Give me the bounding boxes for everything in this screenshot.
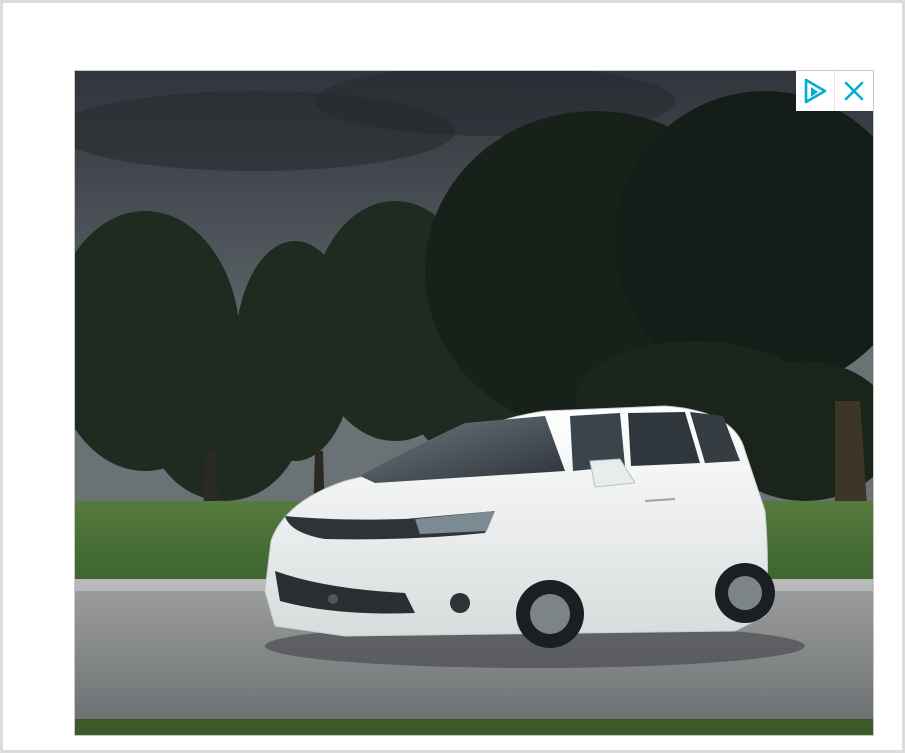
ad-controls	[796, 71, 873, 111]
ad-slot[interactable]	[74, 70, 874, 736]
close-ad-button[interactable]	[834, 71, 873, 111]
ad-creative-image[interactable]	[75, 71, 873, 735]
close-x-icon	[844, 81, 864, 101]
adchoices-triangle-icon	[804, 78, 827, 104]
adchoices-button[interactable]	[796, 71, 834, 111]
foreground-grass	[75, 719, 873, 735]
ad-frame	[0, 0, 905, 753]
